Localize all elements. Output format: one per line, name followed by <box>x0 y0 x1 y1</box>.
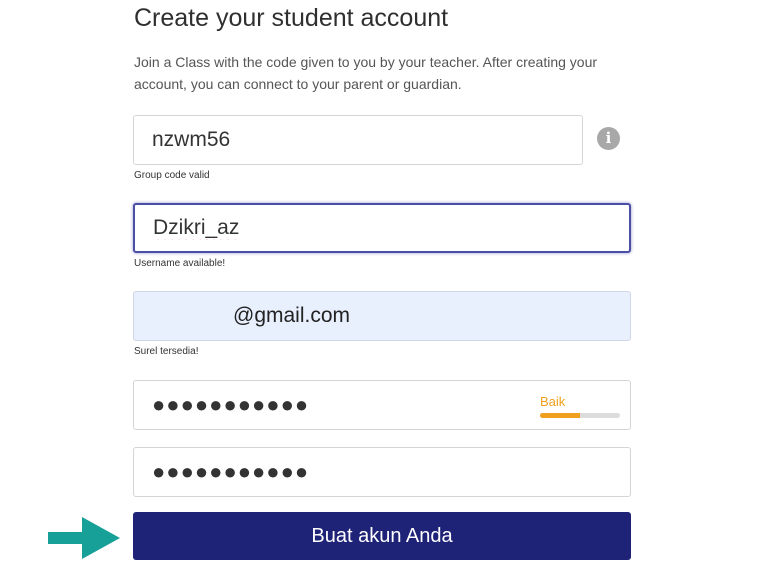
arrow-right-icon <box>48 517 120 559</box>
password-field[interactable]: Baik <box>133 380 631 430</box>
username-hint: Username available! <box>134 258 226 269</box>
email-value[interactable]: @gmail.com <box>233 304 350 328</box>
password-strength-track <box>540 413 620 418</box>
group-code-field[interactable] <box>133 115 583 165</box>
username-field[interactable] <box>133 203 631 253</box>
confirm-password-field[interactable] <box>133 447 631 497</box>
confirm-password-input[interactable] <box>134 448 630 496</box>
intro-text: Join a Class with the code given to you … <box>134 54 598 92</box>
password-strength-fill <box>540 413 580 418</box>
group-code-hint: Group code valid <box>134 170 210 181</box>
create-account-button[interactable]: Buat akun Anda <box>133 512 631 560</box>
password-strength-label: Baik <box>540 394 566 409</box>
password-strength-meter: Baik <box>540 394 620 418</box>
group-code-input[interactable] <box>134 116 582 164</box>
info-icon[interactable]: i <box>597 127 620 150</box>
username-input[interactable] <box>135 205 629 251</box>
page-title: Create your student account <box>134 4 449 32</box>
email-field[interactable]: @gmail.com <box>133 291 631 341</box>
email-hint: Surel tersedia! <box>134 346 199 357</box>
